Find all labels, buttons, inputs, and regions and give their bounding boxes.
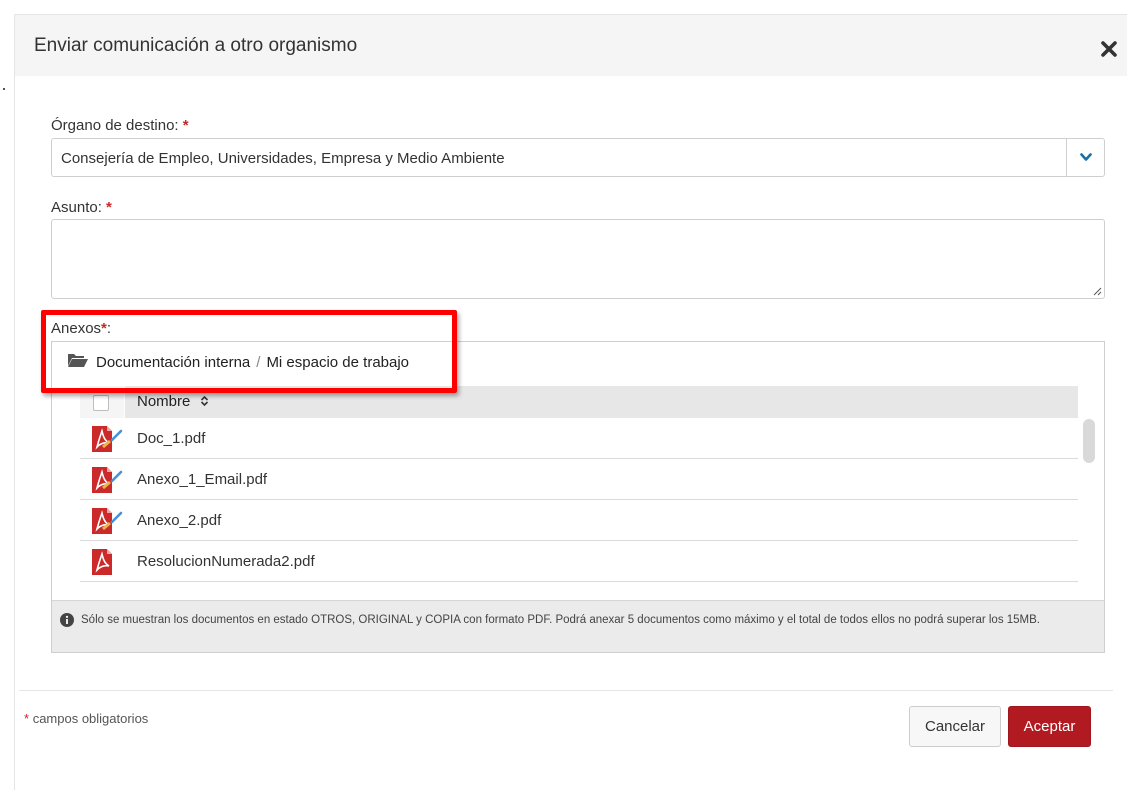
required-fields-note-text: campos obligatorios xyxy=(32,711,149,726)
chevron-down-icon[interactable] xyxy=(1066,139,1104,176)
table-row[interactable]: Anexo_1_Email.pdf xyxy=(80,459,1078,500)
select-all-cell xyxy=(80,386,125,418)
info-notice: Sólo se muestran los documentos en estad… xyxy=(52,600,1104,652)
document-name[interactable]: Anexo_2.pdf xyxy=(137,512,221,529)
pdf-icon xyxy=(90,548,124,581)
scrollbar-thumb[interactable] xyxy=(1083,419,1095,463)
document-name[interactable]: ResolucionNumerada2.pdf xyxy=(137,553,315,570)
breadcrumb-item-documentacion[interactable]: Documentación interna xyxy=(96,354,250,371)
organo-select[interactable]: Consejería de Empleo, Universidades, Emp… xyxy=(51,138,1105,177)
info-text: Sólo se muestran los documentos en estad… xyxy=(81,614,1041,626)
asunto-label: Asunto: * xyxy=(51,199,112,216)
table-row[interactable]: ResolucionNumerada2.pdf xyxy=(80,541,1078,582)
organo-select-value: Consejería de Empleo, Universidades, Emp… xyxy=(61,150,505,167)
column-header-label: Nombre xyxy=(137,393,191,410)
anexos-label-suffix: : xyxy=(106,320,112,337)
table-row[interactable]: Doc_1.pdf xyxy=(80,418,1078,459)
cancel-button[interactable]: Cancelar xyxy=(909,706,1001,747)
organo-label-text: Órgano de destino: xyxy=(51,117,179,134)
required-mark: * xyxy=(24,711,30,726)
organo-label: Órgano de destino: * xyxy=(51,117,189,134)
anexos-label: Anexos*: xyxy=(51,320,111,337)
document-name[interactable]: Doc_1.pdf xyxy=(137,430,205,447)
pdf-signed-icon xyxy=(90,507,124,540)
required-fields-note: * campos obligatorios xyxy=(24,711,148,726)
required-mark: * xyxy=(106,199,112,216)
breadcrumb-separator: / xyxy=(256,353,261,371)
anexos-panel: Documentación interna / Mi espacio de tr… xyxy=(51,341,1105,653)
footer-divider xyxy=(19,690,1113,691)
column-header-nombre[interactable]: Nombre xyxy=(137,393,209,411)
breadcrumb: Documentación interna / Mi espacio de tr… xyxy=(67,352,409,372)
document-name[interactable]: Anexo_1_Email.pdf xyxy=(137,471,267,488)
asunto-label-text: Asunto: xyxy=(51,199,102,216)
close-icon[interactable] xyxy=(1100,40,1118,58)
table-row[interactable]: Anexo_2.pdf xyxy=(80,500,1078,541)
resize-handle-icon[interactable] xyxy=(1093,287,1102,296)
required-mark: * xyxy=(182,117,189,134)
pdf-signed-icon xyxy=(90,466,124,499)
breadcrumb-item-espacio[interactable]: Mi espacio de trabajo xyxy=(266,354,409,371)
pdf-signed-icon xyxy=(90,425,124,458)
table-header: Nombre xyxy=(80,386,1078,418)
modal-header: Enviar comunicación a otro organismo xyxy=(15,15,1127,76)
select-all-checkbox[interactable] xyxy=(93,395,109,411)
sort-icon[interactable] xyxy=(200,394,209,411)
anexos-label-text: Anexos xyxy=(51,320,102,337)
accept-button[interactable]: Aceptar xyxy=(1008,706,1091,747)
asunto-textarea[interactable] xyxy=(51,219,1105,299)
folder-open-icon xyxy=(67,352,89,372)
modal-title: Enviar comunicación a otro organismo xyxy=(34,35,358,56)
stray-dot xyxy=(3,88,5,90)
